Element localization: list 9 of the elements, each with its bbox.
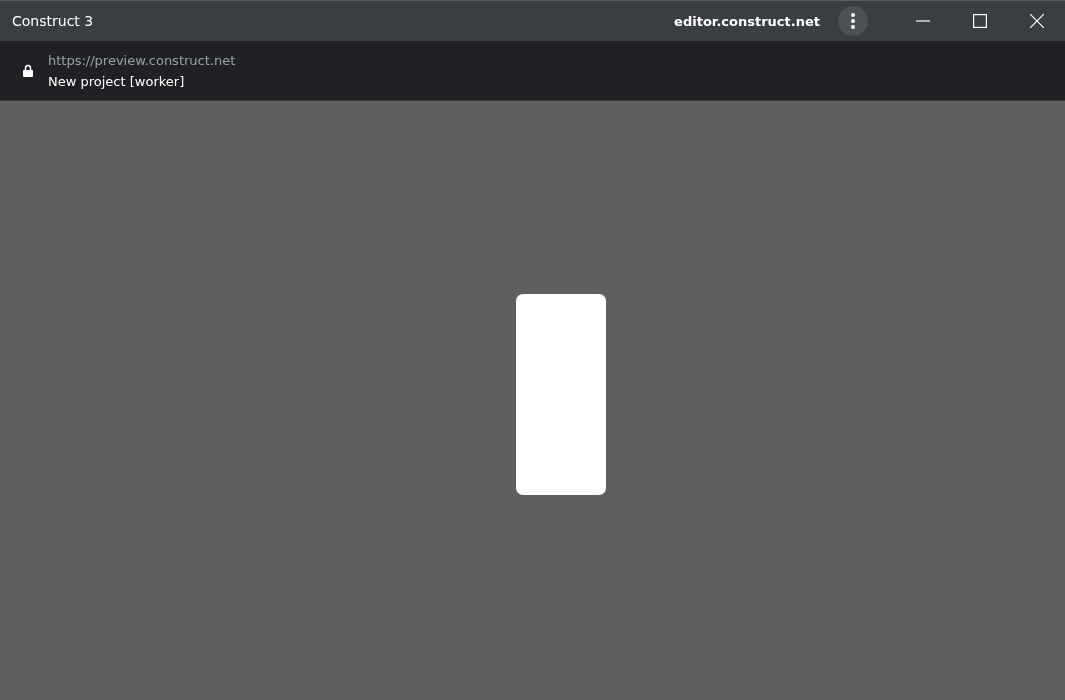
more-icon (851, 12, 855, 30)
maximize-icon (972, 14, 987, 28)
lock-icon (23, 64, 33, 77)
url-text: https://preview.construct.net (48, 52, 236, 68)
menu-button[interactable] (838, 6, 868, 36)
app-origin: editor.construct.net (674, 13, 820, 29)
window-title: Construct 3 (12, 13, 95, 29)
close-icon (1029, 14, 1044, 28)
page-title: New project [worker] (48, 73, 186, 89)
